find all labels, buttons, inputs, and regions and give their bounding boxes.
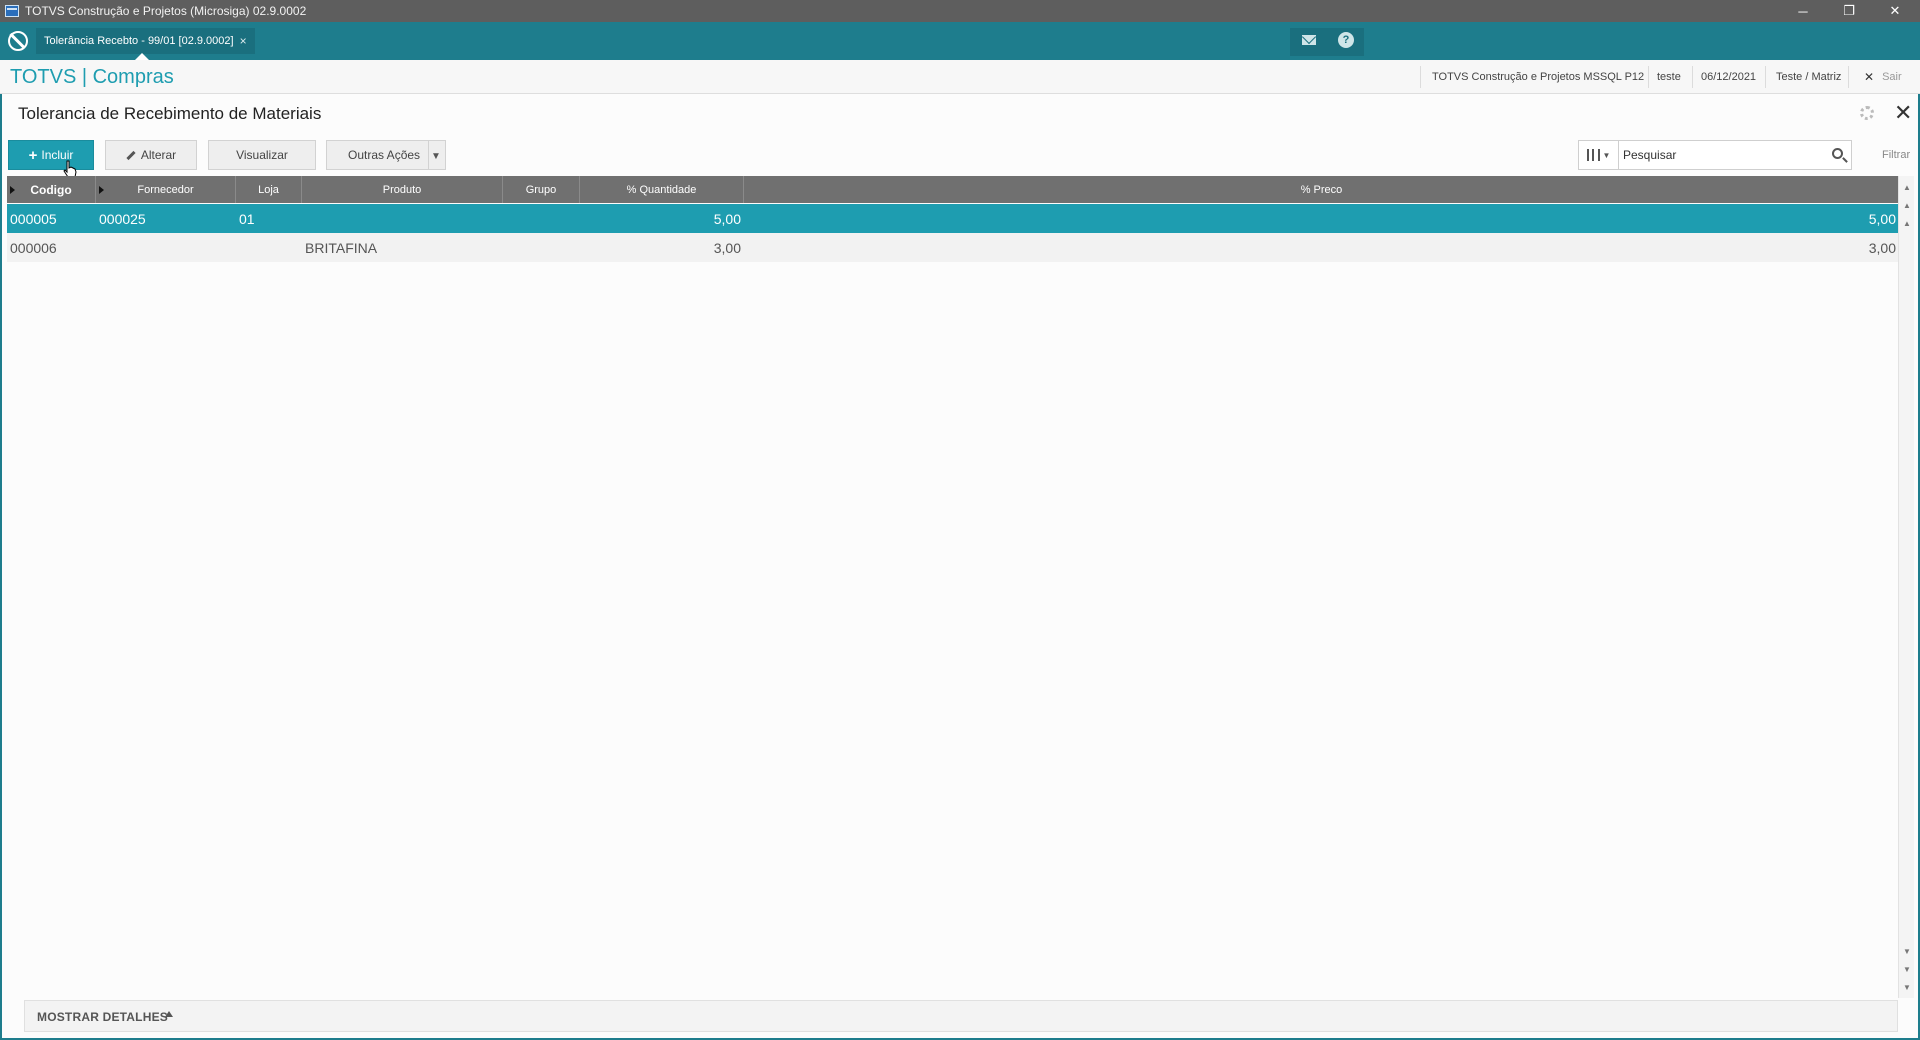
scroll-up-icon[interactable]: ▲ — [1899, 216, 1915, 230]
column-label: Grupo — [525, 183, 557, 196]
column-label: Produto — [382, 183, 422, 196]
scroll-page-up-icon[interactable]: ▲ — [1899, 198, 1915, 212]
column-label: % Quantidade — [626, 183, 697, 196]
search-box: ▼ — [1578, 140, 1852, 170]
scroll-top-icon[interactable]: ▲ — [1899, 180, 1915, 194]
environment-label: TOTVS Construção e Projetos MSSQL P12 — [1432, 71, 1645, 83]
cell-produto: BRITAFINA — [305, 239, 378, 256]
column-header-preco[interactable]: % Preco — [744, 176, 1899, 203]
alterar-label: Alterar — [140, 148, 177, 162]
tab-label: Tolerância Recebto - 99/01 [02.9.0002] — [44, 35, 234, 47]
divider — [1848, 66, 1849, 88]
tab-strip: Tolerância Recebto - 99/01 [02.9.0002] ×… — [0, 22, 1920, 60]
cell-loja — [236, 233, 302, 262]
help-icon[interactable]: ? — [1338, 32, 1354, 48]
tab-tolerancia-recebto[interactable]: Tolerância Recebto - 99/01 [02.9.0002] × — [36, 28, 255, 54]
gear-icon[interactable] — [1860, 106, 1874, 120]
cell-produto — [302, 204, 503, 233]
cell-quantidade: 5,00 — [713, 210, 741, 227]
window-titlebar: TOTVS Construção e Projetos (Microsiga) … — [0, 0, 1920, 22]
column-header-grupo[interactable]: Grupo — [503, 176, 580, 203]
grid-header: Codigo Fornecedor Loja Produto Grupo % Q… — [7, 176, 1899, 203]
page-title: Tolerancia de Recebimento de Materiais — [18, 104, 322, 123]
column-label: % Preco — [1300, 183, 1343, 196]
cell-fornecedor: 000025 — [99, 210, 146, 227]
user-label: teste — [1657, 71, 1681, 83]
scroll-down-icon[interactable]: ▼ — [1899, 944, 1915, 958]
visualizar-label: Visualizar — [236, 148, 288, 162]
vertical-scrollbar[interactable]: ▲ ▲ ▲ ▼ ▼ ▼ — [1898, 176, 1914, 998]
close-icon: ✕ — [1864, 70, 1875, 84]
details-footer[interactable]: MOSTRAR DETALHES — [24, 1000, 1898, 1032]
outras-acoes-button[interactable]: Outras Ações ▼ — [326, 140, 446, 170]
cell-grupo — [503, 233, 580, 262]
minimize-button[interactable]: ─ — [1780, 0, 1826, 22]
brand-title: TOTVS | Compras — [10, 66, 174, 88]
filter-button[interactable]: Filtrar — [1882, 149, 1910, 161]
cell-loja: 01 — [239, 210, 255, 227]
divider — [1692, 66, 1693, 88]
column-header-produto[interactable]: Produto — [302, 176, 503, 203]
app-header: TOTVS | Compras TOTVS Construção e Proje… — [0, 60, 1920, 94]
cell-grupo — [503, 204, 580, 233]
branch-label[interactable]: Teste / Matriz — [1776, 60, 1841, 94]
divider — [1765, 66, 1766, 88]
scroll-bottom-icon[interactable]: ▼ — [1899, 980, 1915, 994]
visualizar-button[interactable]: Visualizar — [208, 140, 316, 170]
exit-label: Sair — [1882, 71, 1902, 83]
column-chooser-button[interactable]: ▼ — [1579, 141, 1619, 169]
tab-close-icon[interactable]: × — [240, 34, 247, 48]
column-header-codigo[interactable]: Codigo — [7, 176, 96, 203]
columns-icon — [1586, 149, 1600, 161]
column-label: Loja — [258, 183, 279, 196]
window-close-button[interactable]: ✕ — [1872, 0, 1918, 22]
app-icon — [5, 5, 19, 17]
search-icon[interactable] — [1832, 148, 1843, 159]
column-header-quantidade[interactable]: % Quantidade — [580, 176, 744, 203]
cell-preco: 5,00 — [1868, 210, 1896, 227]
column-header-fornecedor[interactable]: Fornecedor — [96, 176, 236, 203]
sort-marker-icon — [10, 186, 15, 194]
chevron-down-icon[interactable]: ▼ — [429, 149, 443, 163]
mail-icon[interactable] — [1302, 35, 1316, 45]
pencil-icon — [126, 150, 136, 160]
column-label: Fornecedor — [137, 183, 194, 196]
alterar-button[interactable]: Alterar — [105, 140, 197, 170]
cell-codigo: 000005 — [10, 210, 57, 227]
divider — [1420, 66, 1421, 88]
sort-marker-icon — [99, 186, 104, 194]
cell-quantidade: 3,00 — [713, 239, 741, 256]
active-tab-pointer — [135, 53, 149, 60]
home-icon[interactable] — [8, 31, 28, 51]
divider — [1648, 66, 1649, 88]
show-details-label[interactable]: MOSTRAR DETALHES — [37, 1010, 168, 1024]
chevron-up-icon[interactable] — [165, 1011, 173, 1017]
scroll-page-down-icon[interactable]: ▼ — [1899, 962, 1915, 976]
table-row[interactable]: 000005 000025 01 5,00 5,00 — [7, 204, 1899, 233]
plus-icon: + — [28, 146, 38, 164]
column-label: Codigo — [30, 182, 72, 197]
close-page-button[interactable]: ✕ — [1894, 100, 1912, 126]
window-title: TOTVS Construção e Projetos (Microsiga) … — [25, 4, 307, 18]
incluir-button[interactable]: + Incluir — [8, 140, 94, 170]
restore-button[interactable]: ❐ — [1826, 0, 1872, 22]
cell-codigo: 000006 — [10, 239, 57, 256]
outras-acoes-label: Outras Ações — [348, 148, 421, 162]
exit-button[interactable]: ✕ Sair — [1864, 60, 1902, 94]
table-row[interactable]: 000006 BRITAFINA 3,00 3,00 — [7, 233, 1899, 262]
cell-fornecedor — [96, 233, 236, 262]
cell-preco: 3,00 — [1868, 239, 1896, 256]
date-label: 06/12/2021 — [1701, 71, 1757, 83]
column-header-loja[interactable]: Loja — [236, 176, 302, 203]
search-input[interactable] — [1623, 146, 1813, 164]
chevron-down-icon: ▼ — [1602, 150, 1611, 160]
